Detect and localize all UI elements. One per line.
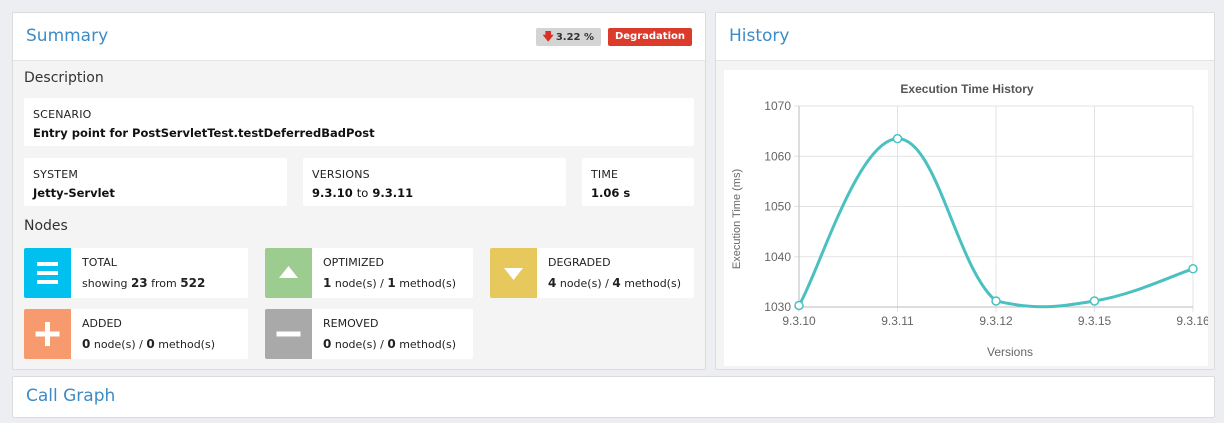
nodes-heading: Nodes	[24, 218, 68, 234]
optimized-method-count: 1	[387, 276, 396, 290]
version-to: 9.3.11	[372, 186, 414, 200]
optimized-value: 1 node(s) / 1 method(s)	[323, 276, 456, 290]
call-graph-panel[interactable]: Call Graph	[12, 376, 1215, 418]
optimized-node-count: 1	[323, 276, 332, 290]
minus-icon	[265, 309, 312, 359]
added-value: 0 node(s) / 0 method(s)	[82, 337, 215, 351]
y-tick-label: 1050	[764, 200, 791, 214]
data-point[interactable]	[794, 300, 804, 311]
degraded-nodes-card[interactable]: DEGRADED 4 node(s) / 4 method(s)	[490, 248, 694, 298]
change-percent-value: 3.22 %	[555, 32, 594, 43]
x-tick-label: 9.3.11	[881, 314, 914, 328]
versions-card: VERSIONS 9.3.10 to 9.3.11	[303, 158, 566, 206]
removed-method-count: 0	[387, 337, 396, 351]
optimized-sep: /	[380, 277, 384, 290]
total-of: 522	[180, 276, 206, 290]
chart-grid	[794, 105, 1194, 312]
added-sep: /	[139, 338, 143, 351]
summary-title: Summary	[26, 26, 109, 46]
version-to-word: to	[356, 186, 369, 200]
x-tick-label: 9.3.16	[1176, 314, 1208, 328]
total-prefix: showing	[82, 277, 128, 290]
added-method-count: 0	[146, 337, 155, 351]
scenario-value: Entry point for PostServletTest.testDefe…	[33, 126, 375, 140]
degraded-method-count: 4	[612, 276, 621, 290]
added-label: ADDED	[82, 317, 122, 330]
plus-icon	[24, 309, 71, 359]
summary-header: Summary 🡇 3.22 % Degradation	[13, 13, 705, 61]
removed-node-count: 0	[323, 337, 332, 351]
total-value: showing 23 from 522	[82, 276, 205, 290]
summary-panel: Summary 🡇 3.22 % Degradation Description …	[12, 12, 706, 370]
removed-sep: /	[380, 338, 384, 351]
scenario-label: SCENARIO	[33, 108, 92, 121]
chart-axes: 1030 1040 1050 1060 1070 9.3.10 9.3.11 9.3.12 9.…	[764, 99, 1210, 328]
versions-label: VERSIONS	[312, 168, 370, 181]
time-value: 1.06 s	[591, 186, 631, 200]
system-card: SYSTEM Jetty-Servlet	[24, 158, 287, 206]
added-method-unit: method(s)	[158, 338, 215, 351]
removed-label: REMOVED	[323, 317, 379, 330]
data-point[interactable]	[991, 296, 1001, 306]
system-value: Jetty-Servlet	[33, 186, 115, 200]
total-mid: from	[151, 277, 177, 290]
data-point[interactable]	[892, 133, 903, 144]
list-icon	[24, 248, 71, 298]
execution-time-chart[interactable]: Execution Time History 10301040105010601…	[724, 70, 1210, 366]
call-graph-title: Call Graph	[26, 386, 116, 406]
down-arrow-icon: 🡇	[542, 30, 554, 43]
x-tick-label: 9.3.10	[782, 314, 816, 328]
degraded-method-unit: method(s)	[624, 277, 681, 290]
y-tick-label: 1030	[764, 300, 791, 314]
chart-title: Execution Time History	[900, 82, 1033, 96]
triangle-down-icon	[490, 248, 537, 298]
description-heading: Description	[24, 70, 104, 86]
data-point[interactable]	[1089, 296, 1100, 306]
x-tick-label: 9.3.12	[979, 314, 1013, 328]
removed-method-unit: method(s)	[399, 338, 456, 351]
data-point[interactable]	[1188, 264, 1198, 274]
removed-value: 0 node(s) / 0 method(s)	[323, 337, 456, 351]
x-tick-label: 9.3.15	[1078, 314, 1112, 328]
versions-value: 9.3.10 to 9.3.11	[312, 186, 413, 200]
y-tick-label: 1040	[764, 250, 791, 264]
triangle-up-icon	[265, 248, 312, 298]
history-title: History	[729, 26, 790, 46]
added-node-count: 0	[82, 337, 91, 351]
degraded-node-count: 4	[548, 276, 557, 290]
degraded-sep: /	[605, 277, 609, 290]
removed-node-unit: node(s)	[334, 338, 377, 351]
y-tick-label: 1060	[764, 149, 791, 163]
time-label: TIME	[591, 168, 619, 181]
history-header: History	[716, 13, 1214, 61]
optimized-method-unit: method(s)	[399, 277, 456, 290]
total-count: 23	[130, 276, 148, 290]
y-axis-label: Execution Time (ms)	[731, 169, 743, 269]
degraded-label: DEGRADED	[548, 256, 611, 269]
system-label: SYSTEM	[33, 168, 79, 181]
removed-nodes-card[interactable]: REMOVED 0 node(s) / 0 method(s)	[265, 309, 473, 359]
optimized-node-unit: node(s)	[334, 277, 377, 290]
change-percent-badge: 🡇 3.22 %	[535, 28, 601, 46]
y-tick-label: 1070	[764, 99, 791, 113]
added-node-unit: node(s)	[93, 338, 136, 351]
status-badge: Degradation	[607, 28, 692, 46]
added-nodes-card[interactable]: ADDED 0 node(s) / 0 method(s)	[24, 309, 248, 359]
history-panel: History Execution Time History 1030 1040 1…	[715, 12, 1215, 370]
version-from: 9.3.10	[312, 186, 353, 200]
scenario-card: SCENARIO Entry point for PostServletTest…	[24, 98, 694, 146]
total-label: TOTAL	[82, 256, 117, 269]
degraded-node-unit: node(s)	[559, 277, 602, 290]
optimized-nodes-card[interactable]: OPTIMIZED 1 node(s) / 1 method(s)	[265, 248, 473, 298]
history-chart-container: Execution Time History 1030 1040 1050 1060 1…	[724, 70, 1210, 366]
x-axis-label: Versions	[987, 345, 1033, 359]
optimized-label: OPTIMIZED	[323, 256, 384, 269]
time-card: TIME 1.06 s	[582, 158, 694, 206]
degraded-value: 4 node(s) / 4 method(s)	[548, 276, 681, 290]
total-nodes-card[interactable]: TOTAL showing 23 from 522	[24, 248, 248, 298]
